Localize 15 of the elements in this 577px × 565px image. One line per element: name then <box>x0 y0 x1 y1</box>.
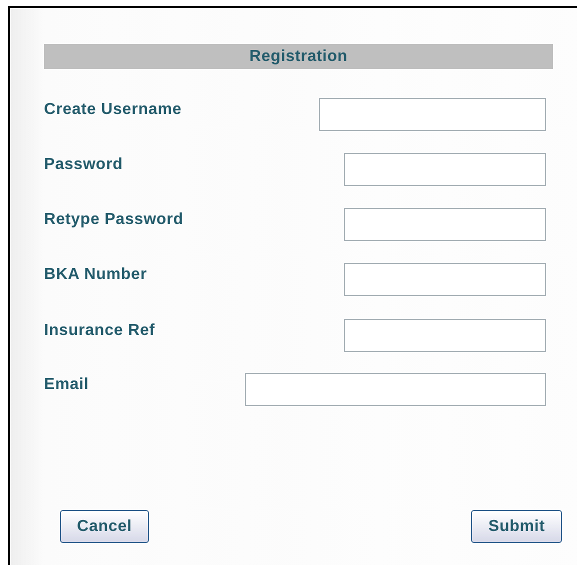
input-field[interactable] <box>344 208 546 241</box>
submit-button[interactable]: Submit <box>471 510 562 543</box>
input-field[interactable] <box>344 153 546 186</box>
field-label: Password <box>44 155 123 175</box>
field-label: Email <box>44 375 89 395</box>
form-title: Registration <box>44 44 553 69</box>
field-label: Retype Password <box>44 210 184 230</box>
field-label: Create Username <box>44 100 182 120</box>
field-label: BKA Number <box>44 265 147 285</box>
field-label: Insurance Ref <box>44 321 156 341</box>
cancel-button[interactable]: Cancel <box>60 510 149 543</box>
input-field[interactable] <box>319 98 546 131</box>
input-field[interactable] <box>245 373 546 406</box>
input-field[interactable] <box>344 319 546 352</box>
input-field[interactable] <box>344 263 546 296</box>
